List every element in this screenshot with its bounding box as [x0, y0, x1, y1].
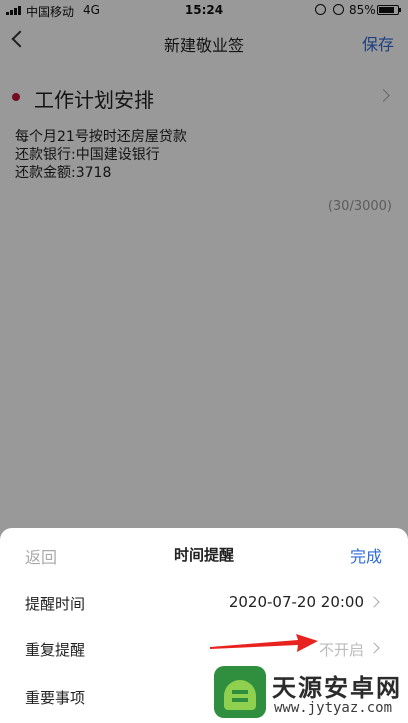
watermark-url: www.jytyaz.com: [274, 700, 393, 716]
done-button[interactable]: 完成: [350, 543, 382, 567]
app-screen: 中国移动 4G 15:24 85% 新建敬业签 保存 工作计划安排 每个月21号…: [0, 0, 408, 723]
android-logo-icon: [214, 666, 266, 718]
chevron-right-icon: [368, 642, 380, 654]
row-label: 重复提醒: [25, 641, 86, 659]
sheet-title: 时间提醒: [173, 546, 234, 564]
watermark: 天源安卓网 www.jytyaz.com: [212, 664, 408, 723]
row-label: 重要事项: [25, 689, 86, 707]
row-label: 提醒时间: [25, 595, 86, 613]
chevron-right-icon: [368, 596, 380, 608]
repeat-value: 不开启: [318, 641, 364, 659]
reminder-time-row[interactable]: 提醒时间 2020-07-20 20:00: [0, 583, 408, 623]
watermark-name: 天源安卓网: [272, 674, 402, 702]
annotation-arrow-icon: [210, 634, 318, 652]
repeat-reminder-row[interactable]: 重复提醒 不开启: [0, 629, 408, 669]
reminder-time-value: 2020-07-20 20:00: [228, 593, 364, 611]
